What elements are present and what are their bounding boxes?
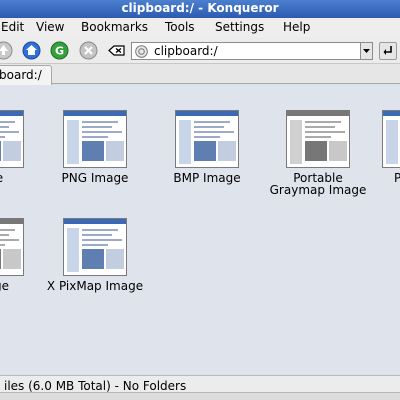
chevron-down-icon xyxy=(363,49,370,53)
menu-settings[interactable]: Settings xyxy=(215,20,264,34)
tab-clipboard[interactable]: board:/ xyxy=(0,65,52,85)
file-label: Pi xyxy=(394,171,400,185)
menu-view[interactable]: View xyxy=(36,20,64,34)
tab-bar: board:/ xyxy=(0,64,400,85)
clear-location-icon[interactable] xyxy=(107,41,126,60)
go-button[interactable] xyxy=(379,42,397,60)
enter-arrow-icon xyxy=(383,46,392,55)
image-thumbnail xyxy=(63,110,127,168)
file-label: Portable Graymap Image xyxy=(269,171,367,197)
menu-bookmarks[interactable]: Bookmarks xyxy=(81,20,148,34)
image-thumbnail xyxy=(286,110,350,168)
location-input[interactable]: clipboard:/ xyxy=(131,42,373,60)
location-dropdown-button[interactable] xyxy=(360,42,373,60)
home-icon[interactable] xyxy=(22,41,41,60)
image-thumbnail xyxy=(175,110,239,168)
window-titlebar[interactable]: clipboard:/ - Konqueror xyxy=(0,0,400,18)
image-thumbnail xyxy=(0,110,24,168)
window-title: clipboard:/ - Konqueror xyxy=(121,1,279,15)
file-label: X PixMap Image xyxy=(46,279,144,293)
image-thumbnail xyxy=(63,218,127,276)
menu-help[interactable]: Help xyxy=(283,20,310,34)
menu-tools[interactable]: Tools xyxy=(165,20,195,34)
menubar: Edit View Bookmarks Tools Settings Help xyxy=(0,18,400,37)
file-label: PNG Image xyxy=(61,171,129,185)
tab-label: board:/ xyxy=(0,68,42,82)
up-arrow-icon[interactable] xyxy=(0,41,13,60)
clipboard-protocol-icon xyxy=(135,45,148,58)
file-icon-view[interactable]: age PNG Image BMP Image Portable Graymap… xyxy=(0,85,400,374)
location-value: clipboard:/ xyxy=(154,44,218,58)
statusbar-bottom-strip xyxy=(0,392,400,400)
image-thumbnail xyxy=(0,218,24,276)
file-label: BMP Image xyxy=(173,171,241,185)
menu-edit[interactable]: Edit xyxy=(1,20,24,34)
stop-icon[interactable] xyxy=(79,41,98,60)
svg-text:G: G xyxy=(55,45,64,58)
file-label: mage xyxy=(0,279,10,293)
reload-icon[interactable]: G xyxy=(50,41,69,60)
file-label: age xyxy=(0,172,42,184)
image-thumbnail xyxy=(382,110,400,168)
status-text: iles (6.0 MB Total) - No Folders xyxy=(4,379,187,393)
